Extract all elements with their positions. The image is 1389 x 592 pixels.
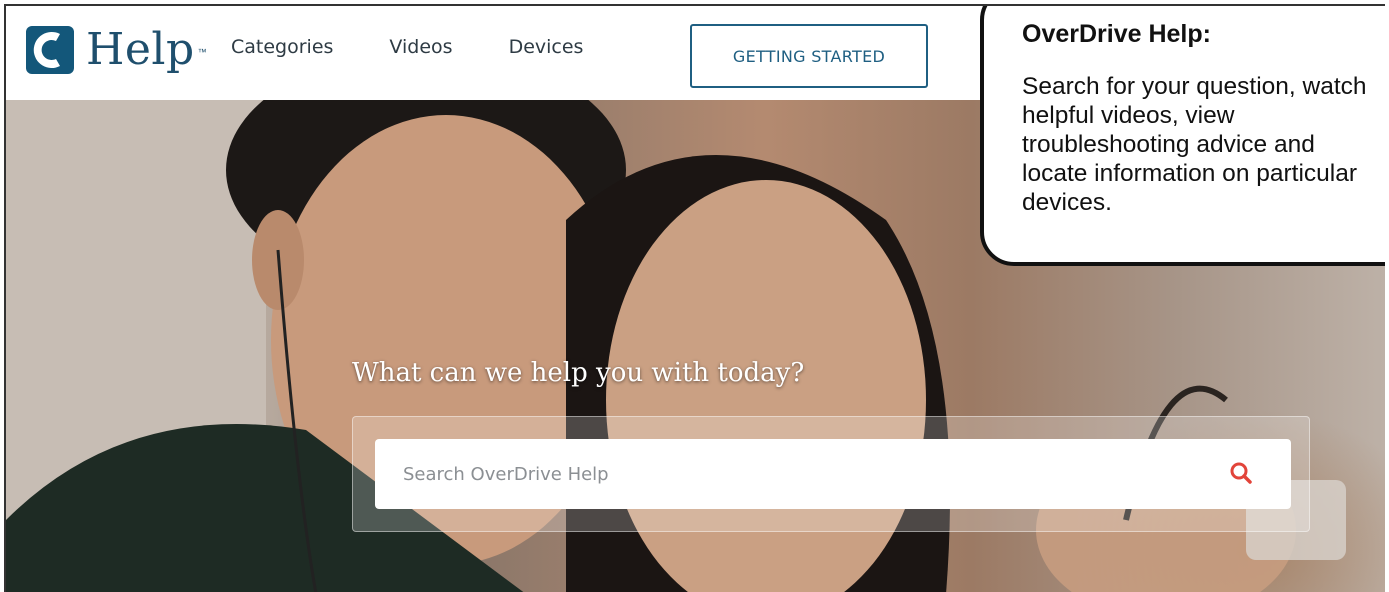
trademark-symbol: ™ xyxy=(197,47,207,57)
main-nav: Categories Videos Devices xyxy=(231,36,583,58)
getting-started-button[interactable]: GETTING STARTED xyxy=(690,24,928,88)
search-panel xyxy=(352,416,1310,532)
callout-title: OverDrive Help: xyxy=(1022,20,1211,48)
annotation-callout: OverDrive Help: Search for your question… xyxy=(980,6,1385,266)
hero-heading: What can we help you with today? xyxy=(352,358,805,388)
callout-body: Search for your question, watch helpful … xyxy=(1022,73,1367,216)
search-box xyxy=(375,439,1291,509)
logo-text: Help xyxy=(86,24,195,75)
nav-item-categories[interactable]: Categories xyxy=(231,36,333,58)
search-icon[interactable] xyxy=(1229,461,1253,490)
nav-item-videos[interactable]: Videos xyxy=(389,36,452,58)
nav-item-devices[interactable]: Devices xyxy=(509,36,584,58)
search-input[interactable] xyxy=(401,462,1205,486)
browser-viewport: Help ™ Categories Videos Devices GETTING… xyxy=(4,4,1385,592)
overdrive-help-logo[interactable]: Help ™ xyxy=(26,22,207,78)
overdrive-logo-icon xyxy=(26,26,74,74)
